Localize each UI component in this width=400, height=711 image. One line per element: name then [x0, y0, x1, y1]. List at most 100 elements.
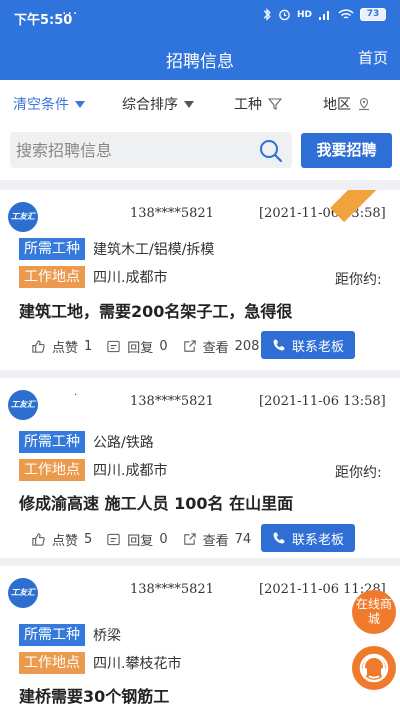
home-link[interactable]: 首页 [358, 47, 388, 68]
region-filter-label: 地区 [323, 97, 351, 113]
post-mark: · [74, 390, 78, 401]
post-phone: 138****5821 [130, 394, 214, 409]
avatar: 工友汇 [8, 202, 38, 232]
phone-icon [273, 532, 285, 544]
location-tag: 工作地点 [19, 266, 85, 288]
caret-down-icon [75, 100, 85, 108]
page-title: 招聘信息 [166, 52, 234, 72]
status-bar: 下午5:50 ··· HD 73 [0, 0, 400, 34]
trade-row: 所需工种 公路/铁路 [19, 431, 154, 453]
app-header: 下午5:50 ··· HD 73 招聘信息 首页 [0, 0, 400, 80]
location-row: 工作地点 四川.成都市 [19, 459, 167, 481]
reply-count: 0 [159, 339, 168, 354]
online-shop-button[interactable]: 在线商城 [352, 590, 396, 634]
view-label: 查看 [202, 341, 229, 356]
location-tag: 工作地点 [19, 652, 85, 674]
reply-button[interactable]: 回复 0 [106, 337, 168, 356]
wifi-icon [338, 8, 354, 19]
like-label: 点赞 [52, 534, 79, 549]
job-post-card[interactable]: 工友汇 · 138****5821 [2021-11-06 13:58] 所需工… [0, 378, 400, 558]
region-filter[interactable]: 地区 [323, 94, 371, 114]
view-stat: 查看 208 [182, 337, 260, 356]
clear-filters-label: 清空条件 [13, 97, 69, 113]
thumbs-up-icon [32, 340, 45, 353]
post-stats: 点赞 5 回复 0 查看 74 [31, 530, 265, 549]
trade-value: 建筑木工/铝模/拆模 [93, 242, 215, 258]
trade-value: 公路/铁路 [93, 435, 154, 451]
alarm-icon [279, 9, 290, 21]
location-value: 四川.攀枝花市 [93, 656, 182, 672]
post-stats: 点赞 1 回复 0 查看 208 [31, 337, 273, 356]
filter-bar: 清空条件 综合排序 工种 地区 [0, 80, 400, 128]
like-count: 1 [84, 339, 93, 354]
clear-filters-button[interactable]: 清空条件 [13, 94, 85, 114]
share-icon [183, 533, 196, 545]
signal-icon [319, 10, 329, 20]
location-pin-icon [359, 97, 369, 111]
reply-count: 0 [159, 532, 168, 547]
view-count: 74 [234, 532, 252, 547]
trade-tag: 所需工种 [19, 624, 85, 646]
share-icon [183, 340, 196, 352]
location-row: 工作地点 四川.攀枝花市 [19, 652, 181, 674]
post-headline[interactable]: 修成渝高速 施工人员 100名 在山里面 [19, 490, 293, 514]
contact-label: 联系老板 [291, 532, 344, 548]
trade-tag: 所需工种 [19, 431, 85, 453]
view-stat: 查看 74 [182, 530, 252, 549]
trade-row: 所需工种 建筑木工/铝模/拆模 [19, 238, 214, 260]
status-icons: HD 73 [262, 8, 386, 21]
post-phone: 138****5821 [130, 582, 214, 597]
search-icon[interactable] [258, 138, 284, 164]
signal-hd-icon: HD [296, 9, 312, 20]
trade-tag: 所需工种 [19, 238, 85, 260]
trade-filter[interactable]: 工种 [234, 94, 282, 114]
comment-icon [107, 533, 120, 546]
contact-boss-button[interactable]: 联系老板 [261, 331, 355, 359]
trade-filter-label: 工种 [234, 97, 262, 113]
post-phone: 138****5821 [130, 206, 214, 221]
location-tag: 工作地点 [19, 459, 85, 481]
location-value: 四川.成都市 [93, 463, 168, 479]
comment-icon [107, 340, 120, 353]
view-label: 查看 [202, 534, 229, 549]
status-more-icon: ··· [62, 6, 79, 22]
avatar: 工友汇 [8, 578, 38, 608]
search-input[interactable] [16, 138, 246, 162]
post-recruitment-button[interactable]: 我要招聘 [301, 133, 392, 168]
distance-label: 距你约: [335, 465, 382, 481]
location-row: 工作地点 四川.成都市 [19, 266, 167, 288]
like-button[interactable]: 点赞 5 [31, 530, 92, 549]
reply-label: 回复 [127, 341, 154, 356]
post-headline[interactable]: 建桥需要30个钢筋工 [19, 683, 169, 707]
phone-icon [273, 339, 285, 351]
like-button[interactable]: 点赞 1 [31, 337, 92, 356]
distance-label: 距你约: [335, 272, 382, 288]
caret-down-icon [184, 100, 194, 108]
contact-boss-button[interactable]: 联系老板 [261, 524, 355, 552]
like-label: 点赞 [52, 341, 79, 356]
bluetooth-icon [263, 8, 271, 21]
customer-service-button[interactable] [352, 646, 396, 690]
job-post-card[interactable]: 工友汇 138****5821 [2021-11-06 13:58] 置顶 所需… [0, 190, 400, 370]
contact-label: 联系老板 [291, 339, 344, 355]
avatar: 工友汇 [8, 390, 38, 420]
search-row: 我要招聘 [0, 128, 400, 180]
search-box [10, 132, 292, 168]
post-date: [2021-11-06 13:58] [259, 394, 386, 409]
sort-label: 综合排序 [122, 97, 178, 113]
post-date: [2021-11-06 13:58] [259, 206, 386, 221]
sort-dropdown[interactable]: 综合排序 [122, 94, 194, 114]
post-headline[interactable]: 建筑工地，需要200名架子工，急得很 [19, 298, 292, 322]
job-post-card[interactable]: 工友汇 138****5821 [2021-11-06 11:28] 所需工种 … [0, 566, 400, 711]
thumbs-up-icon [32, 533, 45, 546]
reply-label: 回复 [127, 534, 154, 549]
like-count: 5 [84, 532, 93, 547]
reply-button[interactable]: 回复 0 [106, 530, 168, 549]
funnel-icon [268, 98, 282, 110]
trade-value: 桥梁 [93, 628, 121, 644]
headset-icon [359, 653, 389, 683]
view-count: 208 [234, 339, 260, 354]
screen: 下午5:50 ··· HD 73 招聘信息 首页 清空条件 综合排序 工种 地区… [0, 0, 400, 711]
battery-icon: 73 [360, 8, 386, 21]
location-value: 四川.成都市 [93, 270, 168, 286]
